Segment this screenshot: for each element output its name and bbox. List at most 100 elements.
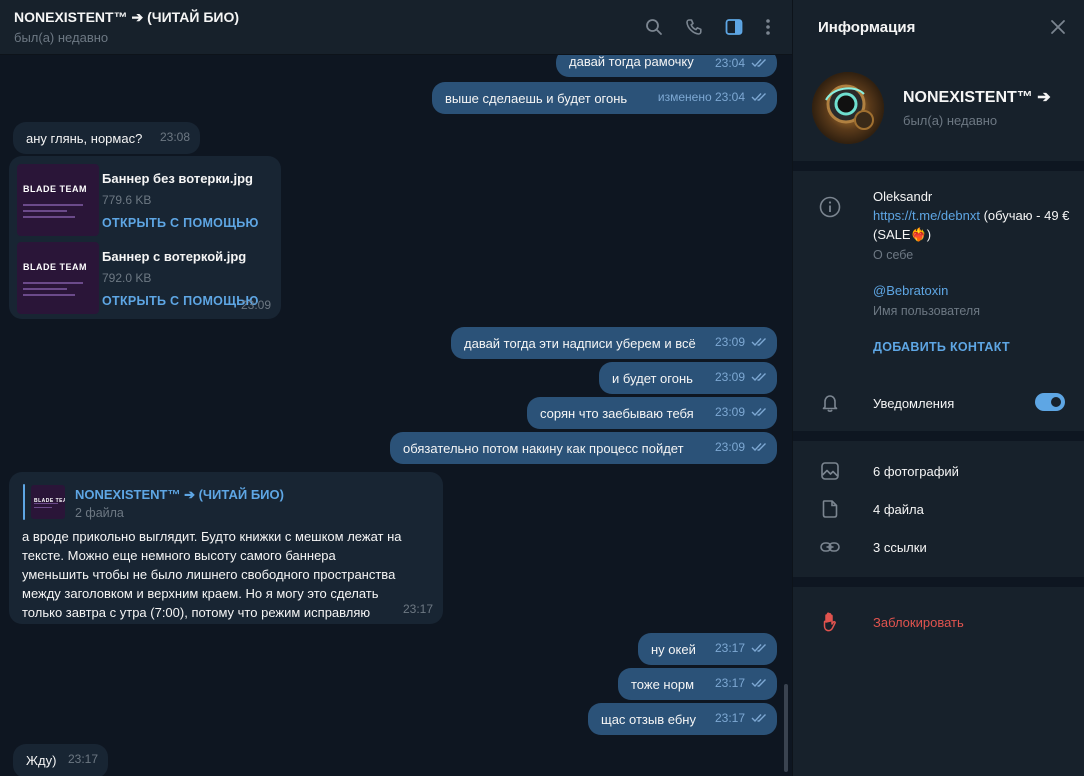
chat-messages-area[interactable]: давай тогда рамочку 23:04 выше сделаешь … — [0, 55, 792, 776]
message-meta: 23:17 — [403, 600, 433, 618]
notifications-toggle[interactable] — [1035, 393, 1065, 411]
chat-status: был(а) недавно — [14, 30, 109, 45]
reply-author[interactable]: NONEXISTENT™ ➔ (ЧИТАЙ БИО) — [75, 486, 284, 504]
message-time: изменено 23:04 — [657, 90, 745, 104]
bio-label: О себе — [873, 248, 914, 262]
message-text-line: уменьшить чтобы не было лишнего свободно… — [22, 567, 396, 582]
chat-scrollbar[interactable] — [784, 684, 788, 772]
file-name[interactable]: Баннер с вотеркой.jpg — [102, 248, 246, 266]
bio-text: Oleksandr https://t.me/debnxt (обучаю - … — [873, 187, 1073, 244]
reply-subtitle: 2 файла — [75, 506, 124, 520]
message-text: давай тогда рамочку — [569, 55, 694, 69]
close-icon[interactable] — [1048, 17, 1068, 37]
message-meta: 23:17 — [715, 709, 767, 727]
file-thumbnail[interactable]: BLADE TEAM — [17, 164, 99, 236]
message-bubble[interactable]: давай тогда рамочку 23:04 — [556, 55, 777, 77]
message-time: 23:09 — [240, 298, 271, 312]
message-bubble[interactable]: ану глянь, нормас? 23:08 — [13, 122, 200, 154]
profile-status: был(а) недавно — [903, 113, 998, 128]
open-with-link[interactable]: ОТКРЫТЬ С ПОМОЩЬЮ — [102, 214, 259, 232]
profile-name: NONEXISTENT™ ➔ — [903, 89, 1051, 106]
file-icon — [819, 498, 841, 520]
thumbnail-label: BLADE TEAM — [23, 184, 87, 194]
message-bubble[interactable]: сорян что заебываю тебя 23:09 — [527, 397, 777, 429]
message-text-line: а вроде прикольно выглядит. Будто книжки… — [22, 529, 402, 544]
search-icon[interactable] — [641, 14, 667, 40]
double-check-icon — [751, 443, 766, 452]
file-thumbnail[interactable]: BLADE TEAM — [17, 242, 99, 314]
reply-quote-bar — [23, 484, 25, 520]
double-check-icon — [751, 338, 766, 347]
message-bubble[interactable]: выше сделаешь и будет огонь изменено 23:… — [432, 82, 777, 114]
avatar[interactable] — [812, 72, 884, 144]
user-info-panel: Информация NONEXISTENT™ ➔ был(а) недавно… — [792, 0, 1084, 776]
reply-message-bubble[interactable]: BLADE TEAM NONEXISTENT™ ➔ (ЧИТАЙ БИО) 2 … — [9, 472, 443, 624]
message-bubble[interactable]: и будет огонь 23:09 — [599, 362, 777, 394]
message-time: 23:17 — [402, 602, 433, 616]
username-label: Имя пользователя — [873, 304, 980, 318]
section-divider — [793, 577, 1084, 587]
double-check-icon — [751, 408, 766, 417]
message-time: 23:08 — [159, 130, 190, 144]
add-contact-button[interactable]: ДОБАВИТЬ КОНТАКТ — [873, 340, 1010, 354]
message-text: ну окей — [651, 642, 696, 657]
block-user-button[interactable]: Заблокировать — [873, 615, 964, 630]
link-icon — [819, 536, 841, 558]
message-text-line: только завтра с утра (7:00), потому что … — [22, 605, 371, 620]
message-bubble[interactable]: давай тогда эти надписи уберем и всё 23:… — [451, 327, 777, 359]
message-meta: 23:17 — [715, 639, 767, 657]
shared-files-link[interactable]: 4 файла — [873, 502, 924, 517]
message-meta: 23:09 — [715, 438, 767, 456]
message-meta: 23:17 — [715, 674, 767, 692]
file-size: 792.0 KB — [102, 271, 152, 285]
message-time: 23:09 — [714, 370, 745, 384]
message-time: 23:09 — [714, 405, 745, 419]
message-meta: 23:09 — [241, 296, 271, 314]
double-check-icon — [751, 373, 766, 382]
message-text: и будет огонь — [612, 371, 693, 386]
message-text: выше сделаешь и будет огонь — [445, 91, 628, 106]
more-menu-icon[interactable] — [755, 14, 781, 40]
username-link[interactable]: @Bebratoxin — [873, 283, 948, 298]
message-text: давай тогда эти надписи уберем и всё — [464, 336, 696, 351]
message-bubble[interactable]: ну окей 23:17 — [638, 633, 777, 665]
message-time: 23:04 — [714, 56, 745, 70]
message-text: Жду) — [26, 753, 57, 768]
open-with-link[interactable]: ОТКРЫТЬ С ПОМОЩЬЮ — [102, 292, 259, 310]
double-check-icon — [751, 644, 766, 653]
shared-links-link[interactable]: 3 ссылки — [873, 540, 927, 555]
file-size: 779.6 KB — [102, 193, 152, 207]
chat-title[interactable]: NONEXISTENT™ ➔ (ЧИТАЙ БИО) — [14, 9, 239, 26]
message-bubble[interactable]: обязательно потом накину как процесс пой… — [390, 432, 777, 464]
photo-icon — [819, 460, 841, 482]
thumbnail-label: BLADE TEAM — [23, 262, 87, 272]
message-meta: 23:04 — [715, 55, 767, 72]
sidebar-toggle-icon[interactable] — [721, 14, 747, 40]
hand-block-icon — [819, 611, 841, 633]
message-bubble[interactable]: щас отзыв ебну 23:17 — [588, 703, 777, 735]
message-meta: изменено 23:04 — [658, 88, 767, 106]
message-bubble[interactable]: тоже норм 23:17 — [618, 668, 777, 700]
section-divider — [793, 161, 1084, 171]
message-time: 23:17 — [67, 752, 98, 766]
info-panel-title: Информация — [818, 19, 916, 36]
info-icon — [819, 196, 841, 218]
section-divider — [793, 431, 1084, 441]
chat-header: NONEXISTENT™ ➔ (ЧИТАЙ БИО) был(а) недавн… — [0, 0, 792, 55]
bio-name: Oleksandr — [873, 189, 933, 204]
message-meta: 23:08 — [160, 128, 190, 146]
file-name[interactable]: Баннер без вотерки.jpg — [102, 170, 253, 188]
phone-icon[interactable] — [681, 14, 707, 40]
double-check-icon — [751, 93, 766, 102]
message-text: обязательно потом накину как процесс пой… — [403, 441, 684, 456]
message-meta: 23:17 — [68, 750, 98, 768]
message-time: 23:17 — [714, 641, 745, 655]
notifications-label: Уведомления — [873, 396, 955, 411]
message-time: 23:09 — [714, 335, 745, 349]
message-bubble[interactable]: Жду) 23:17 — [13, 744, 108, 776]
toggle-knob — [1049, 395, 1063, 409]
file-message-bubble[interactable]: BLADE TEAM Баннер без вотерки.jpg 779.6 … — [9, 156, 281, 319]
shared-photos-link[interactable]: 6 фотографий — [873, 464, 959, 479]
reply-thumbnail[interactable]: BLADE TEAM — [31, 485, 65, 519]
bio-link[interactable]: https://t.me/debnxt — [873, 208, 980, 223]
